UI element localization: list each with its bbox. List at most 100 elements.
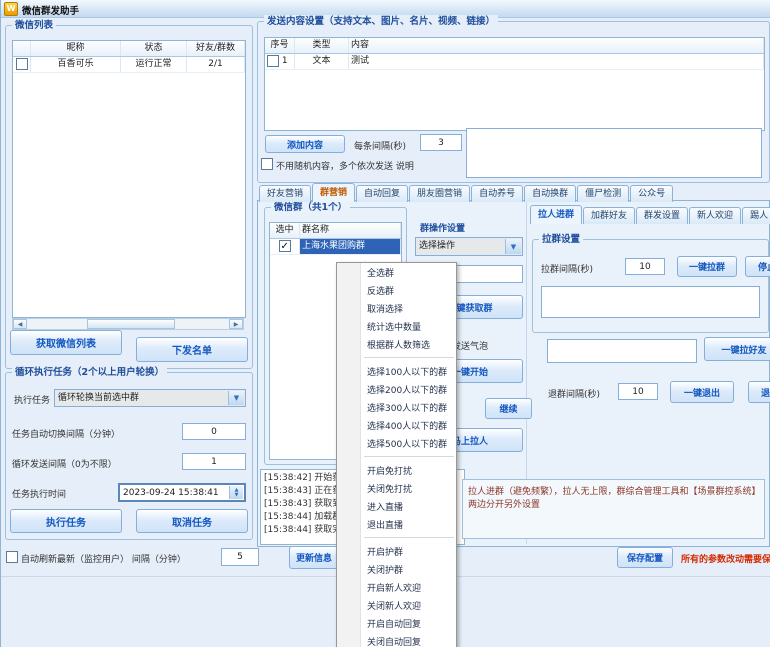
group-op-select[interactable]: 选择操作 ▼ <box>415 237 523 256</box>
group-op-label: 群操作设置 <box>420 221 465 234</box>
menu-item[interactable]: 选择100人以下的群 <box>337 364 456 382</box>
auto-refresh-interval-input[interactable]: 5 <box>221 548 259 566</box>
content-text: 测试 <box>349 54 764 69</box>
main-tab[interactable]: 群营销 <box>312 183 355 202</box>
pull-interval-input[interactable]: 10 <box>625 258 665 275</box>
switch-interval-input[interactable]: 0 <box>182 423 246 440</box>
menu-item[interactable]: 开启护群 <box>337 544 456 562</box>
content-type: 文本 <box>295 54 349 69</box>
menu-item[interactable]: 取消选择 <box>337 301 456 319</box>
row-checkbox[interactable] <box>279 240 291 252</box>
group-row[interactable]: 上海水果团购群 <box>270 239 401 255</box>
exec-time-value: 2023-09-24 15:38:41 <box>123 488 219 498</box>
row-checkbox[interactable] <box>267 55 279 67</box>
menu-item[interactable] <box>364 537 454 542</box>
loop-count-input[interactable]: 1 <box>182 453 246 470</box>
col-status: 状态 <box>121 41 187 56</box>
main-tab[interactable]: 自动换群 <box>524 185 576 202</box>
chevron-down-icon[interactable]: ▼ <box>505 239 521 254</box>
exec-task-select[interactable]: 循环轮换当前选中群 ▼ <box>54 389 246 407</box>
col-content: 内容 <box>349 38 764 53</box>
row-index: 1 <box>282 56 288 66</box>
update-info-button[interactable]: 更新信息 <box>289 546 339 569</box>
hint-text: 拉人进群（避免频繁），拉人无上限，群综合管理工具和【场景群控系统】两边分开另外设… <box>468 487 756 510</box>
menu-item[interactable]: 关闭护群 <box>337 562 456 580</box>
quit-button2[interactable]: 退出 <box>748 381 770 403</box>
scroll-right-icon[interactable]: ▶ <box>229 319 243 329</box>
friend-input[interactable] <box>547 339 697 363</box>
quit-group-button[interactable]: 一键退出 <box>670 381 734 403</box>
sub-tab[interactable]: 群发设置 <box>636 207 688 224</box>
cancel-task-button[interactable]: 取消任务 <box>136 509 248 533</box>
table-header: 昵称 状态 好友/群数 <box>13 41 245 57</box>
scroll-thumb[interactable] <box>87 319 175 329</box>
exec-task-value: 循环轮换当前选中群 <box>58 390 227 406</box>
sub-tab[interactable]: 加群好友 <box>583 207 635 224</box>
main-tab-bar: 好友营销 群营销 自动回复 朋友圈营销 自动养号 自动换群 僵尸检测 公众号 <box>259 184 673 202</box>
horizontal-scrollbar[interactable]: ◀ ▶ <box>12 318 244 330</box>
exec-time-label: 任务执行时间 <box>12 487 66 500</box>
interval-input[interactable]: 3 <box>420 134 462 151</box>
scroll-left-icon[interactable]: ◀ <box>13 319 27 329</box>
auto-refresh-checkbox[interactable] <box>6 551 18 563</box>
add-content-button[interactable]: 添加内容 <box>265 135 345 153</box>
menu-item[interactable]: 开启新人欢迎 <box>337 580 456 598</box>
menu-item[interactable]: 关闭自动回复 <box>337 634 456 647</box>
menu-item[interactable]: 选择400人以下的群 <box>337 418 456 436</box>
main-tab[interactable]: 好友营销 <box>259 185 311 202</box>
menu-item[interactable]: 退出直播 <box>337 517 456 535</box>
menu-item[interactable]: 关闭免打扰 <box>337 481 456 499</box>
menu-item[interactable]: 开启免打扰 <box>337 463 456 481</box>
menu-item[interactable]: 选择200人以下的群 <box>337 382 456 400</box>
account-nickname: 百香可乐 <box>31 57 121 72</box>
unsaved-warning-text: 所有的参数改动需要保存 <box>681 552 770 565</box>
wechat-account-row[interactable]: 百香可乐 运行正常 2/1 <box>13 57 245 73</box>
menu-item[interactable]: 关闭新人欢迎 <box>337 598 456 616</box>
menu-item[interactable]: 选择300人以下的群 <box>337 400 456 418</box>
main-tab[interactable]: 朋友圈营销 <box>409 185 470 202</box>
main-tab[interactable]: 自动养号 <box>471 185 523 202</box>
menu-item[interactable] <box>364 456 454 461</box>
main-tab[interactable]: 自动回复 <box>356 185 408 202</box>
sub-tab[interactable]: 新人欢迎 <box>689 207 741 224</box>
pull-group-button[interactable]: 一键拉群 <box>677 256 737 277</box>
menu-item[interactable] <box>364 357 454 362</box>
exec-time-picker[interactable]: 2023-09-24 15:38:41 ▲▼ <box>118 483 246 502</box>
group-label: 微信列表 <box>12 19 56 32</box>
stop-button[interactable]: 停止 <box>745 256 770 277</box>
main-tab[interactable]: 僵尸检测 <box>577 185 629 202</box>
loop-task-group: 循环执行任务（2个以上用户轮换） 执行任务 循环轮换当前选中群 ▼ 任务自动切换… <box>5 372 253 540</box>
row-checkbox[interactable] <box>16 58 28 70</box>
save-config-button[interactable]: 保存配置 <box>617 547 673 568</box>
menu-item[interactable]: 反选群 <box>337 283 456 301</box>
menu-item[interactable]: 开启自动回复 <box>337 616 456 634</box>
run-task-button[interactable]: 执行任务 <box>10 509 122 533</box>
no-random-checkbox[interactable] <box>261 158 273 170</box>
main-tab[interactable]: 公众号 <box>630 185 673 202</box>
menu-item[interactable]: 全选群 <box>337 265 456 283</box>
continue-button[interactable]: 继续 <box>485 398 532 419</box>
sub-tab-bar: 拉人进群 加群好友 群发设置 新人欢迎 踢人 <box>530 207 770 224</box>
content-table: 序号 类型 内容 1 文本 测试 <box>264 37 765 131</box>
quit-interval-label: 退群间隔(秒) <box>548 387 600 400</box>
col-nickname: 昵称 <box>31 41 121 56</box>
sub-tab[interactable]: 拉人进群 <box>530 205 582 224</box>
pull-friend-button[interactable]: 一键拉好友 <box>704 337 770 361</box>
quit-interval-input[interactable]: 10 <box>618 383 658 400</box>
pull-settings-group: 拉群设置 拉群间隔(秒) 10 一键拉群 停止 <box>532 239 769 333</box>
table-header: 选中 群名称 <box>270 223 401 239</box>
send-list-button[interactable]: 下发名单 <box>136 337 248 362</box>
refresh-list-button[interactable]: 获取微信列表 <box>10 330 122 355</box>
menu-item[interactable]: 进入直播 <box>337 499 456 517</box>
content-row[interactable]: 1 文本 测试 <box>265 54 764 70</box>
menu-item[interactable]: 根据群人数筛选 <box>337 337 456 355</box>
chevron-down-icon[interactable]: ▼ <box>228 391 244 405</box>
group-context-menu: 全选群 反选群 取消选择 统计选中数量 根据群人数筛选 选择100人以下的群 选… <box>336 262 457 647</box>
pull-list-box[interactable] <box>541 286 760 318</box>
content-preview-box[interactable] <box>466 128 762 178</box>
window-title: 微信群发助手 <box>22 3 79 17</box>
menu-item[interactable]: 统计选中数量 <box>337 319 456 337</box>
menu-item[interactable]: 选择500人以下的群 <box>337 436 456 454</box>
spinner-icon[interactable]: ▲▼ <box>229 486 243 499</box>
sub-tab[interactable]: 踢人 <box>742 207 770 224</box>
